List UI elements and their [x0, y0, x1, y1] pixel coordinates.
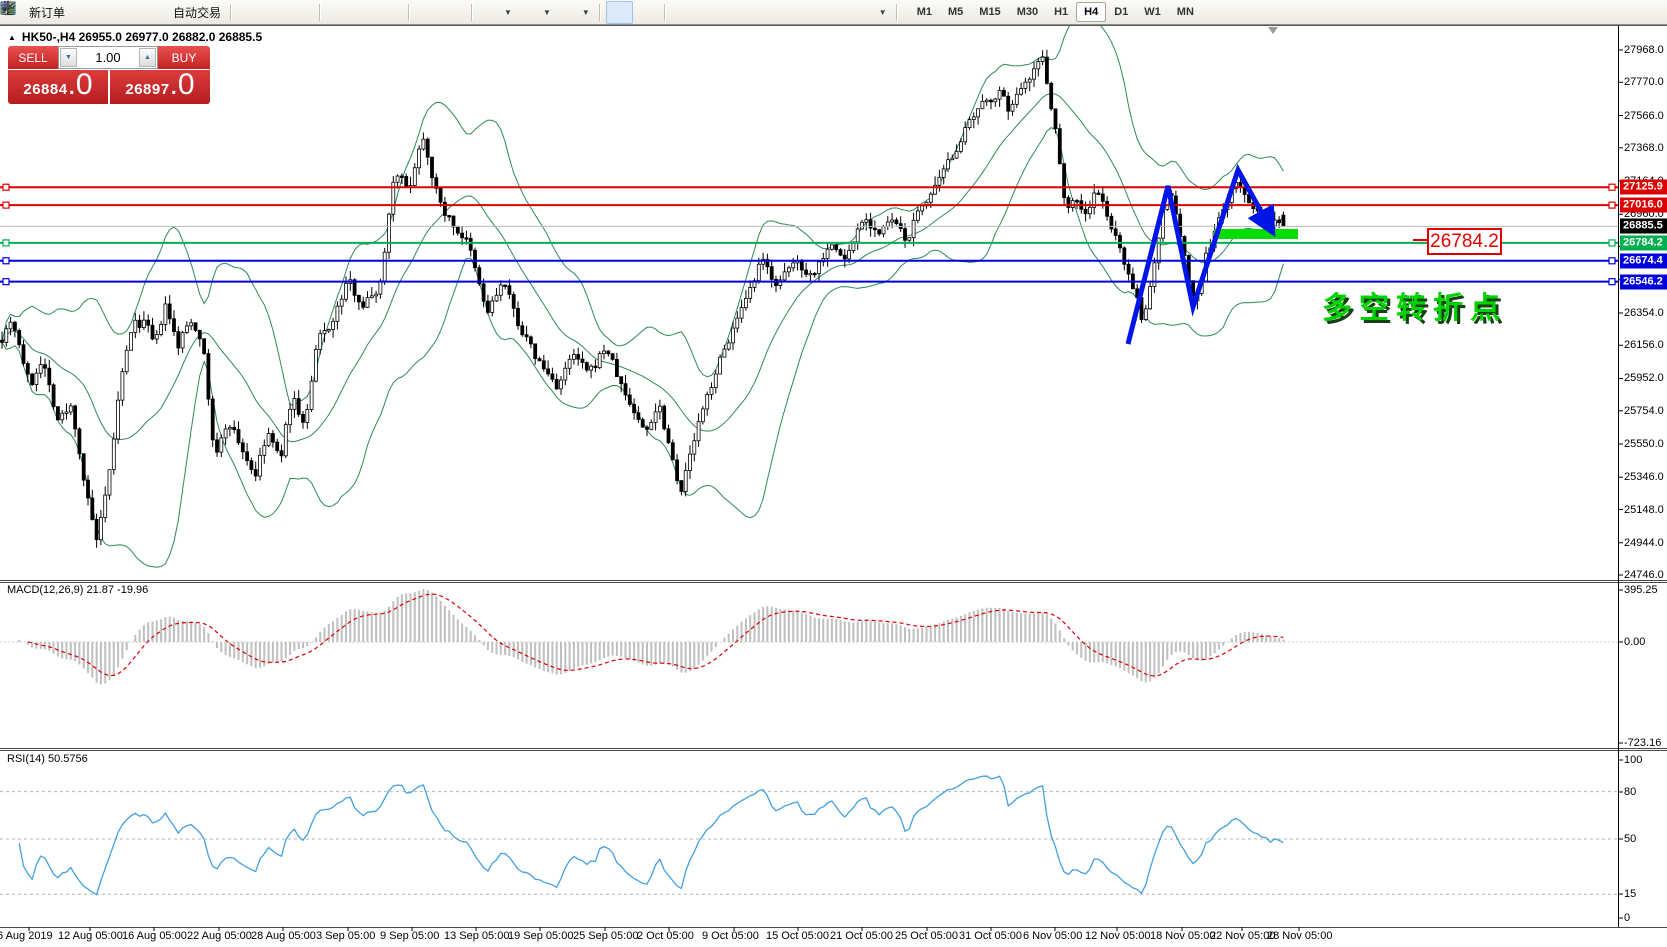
- time-axis-label: 6 Aug 2019: [0, 930, 53, 942]
- rsi-label: RSI(14) 50.5756: [7, 753, 88, 765]
- time-axis-label: 3 Sep 05:00: [316, 930, 376, 942]
- time-axis-label: 31 Oct 05:00: [959, 930, 1022, 942]
- chart-frame: [0, 25, 1667, 931]
- price-tick-label: 27566.0: [1624, 109, 1664, 122]
- sell-price-fraction: .0: [67, 68, 93, 101]
- volume-up-button[interactable]: ▲: [139, 48, 156, 67]
- price-tick-label: 26156.0: [1624, 339, 1664, 352]
- time-axis-label: 6 Nov 05:00: [1023, 930, 1083, 942]
- turning-point-annotation[interactable]: 多空转折点: [1322, 283, 1507, 327]
- rsi-scale-label: 15: [1624, 888, 1637, 900]
- rsi-indicator: [0, 775, 1618, 896]
- rsi-scale-label: 50: [1624, 833, 1637, 845]
- price-tick-label: 24944.0: [1624, 536, 1664, 549]
- candles: [0, 49, 1286, 548]
- price-line-tag: 27016.0: [1620, 197, 1667, 213]
- price-tick-label: 27770.0: [1624, 76, 1664, 89]
- price-line-tag: 26784.2: [1620, 235, 1667, 251]
- chart-shift-marker: [1268, 27, 1278, 34]
- volume-down-button[interactable]: ▼: [60, 48, 77, 67]
- zigzag-annotation[interactable]: [1125, 163, 1276, 345]
- time-axis-label: 9 Oct 05:00: [702, 930, 759, 942]
- time-axis-label: 19 Sep 05:00: [508, 930, 574, 942]
- price-box-annotation[interactable]: 26784.2: [1427, 228, 1502, 255]
- collapse-arrow-icon[interactable]: ▲: [8, 33, 16, 42]
- time-axis-label: 12 Aug 05:00: [58, 930, 123, 942]
- price-line-tag: 26546.2: [1620, 274, 1667, 290]
- time-axis-label: 18 Nov 05:00: [1150, 930, 1216, 942]
- time-axis-label: 25 Oct 05:00: [895, 930, 958, 942]
- time-axis-label: 9 Sep 05:00: [380, 930, 440, 942]
- macd-label: MACD(12,26,9) 21.87 -19.96: [7, 584, 149, 596]
- rsi-scale-label: 80: [1624, 786, 1637, 798]
- price-line-tag: 26885.5: [1620, 218, 1667, 234]
- time-axis-label: 25 Sep 05:00: [573, 930, 639, 942]
- volume-input[interactable]: 1.00: [78, 47, 138, 68]
- time-axis-label: 22 Aug 05:00: [187, 930, 252, 942]
- buy-price[interactable]: 26897 .0: [110, 70, 210, 104]
- time-axis-label: 13 Sep 05:00: [444, 930, 510, 942]
- time-axis-label: 16 Aug 05:00: [122, 930, 187, 942]
- time-axis-label: 21 Oct 05:00: [830, 930, 893, 942]
- price-tick-label: 26354.0: [1624, 306, 1664, 319]
- macd-scale-label: 0.00: [1624, 636, 1646, 648]
- price-line-tag: 26674.4: [1620, 253, 1667, 269]
- macd-scale-label: -723.16: [1624, 737, 1662, 749]
- price-tick-label: 25346.0: [1624, 471, 1664, 484]
- price-tick-label: 27968.0: [1624, 44, 1664, 56]
- sell-price-main: 26884: [23, 81, 68, 98]
- price-tick-label: 25754.0: [1624, 404, 1664, 417]
- time-axis-label: 22 Nov 05:00: [1210, 930, 1276, 942]
- price-tick-label: 25952.0: [1624, 372, 1664, 385]
- time-axis-label: 12 Nov 05:00: [1085, 930, 1151, 942]
- rsi-scale-label: 0: [1624, 912, 1631, 924]
- macd-indicator: [0, 589, 1618, 685]
- time-axis-label: 15 Oct 05:00: [766, 930, 829, 942]
- price-tick-label: 24746.0: [1624, 569, 1664, 581]
- buy-price-fraction: .0: [169, 68, 195, 101]
- price-tick-label: 25550.0: [1624, 438, 1664, 450]
- symbol-ohlc-title: HK50-,H4 26955.0 26977.0 26882.0 26885.5: [21, 30, 263, 44]
- sell-button[interactable]: SELL: [8, 46, 58, 69]
- sell-price[interactable]: 26884 .0: [8, 70, 108, 104]
- buy-button[interactable]: BUY: [158, 46, 210, 69]
- rsi-scale-label: 100: [1624, 754, 1643, 766]
- volume-spinner: ▼ 1.00 ▲: [58, 46, 158, 69]
- price-line-tag: 27125.9: [1620, 179, 1667, 195]
- time-axis-label: 28 Aug 05:00: [251, 930, 316, 942]
- highlight-segment[interactable]: [1214, 229, 1298, 239]
- price-tick-label: 25148.0: [1624, 503, 1664, 516]
- chart-canvas: [0, 25, 1667, 931]
- time-axis-label: 2 Oct 05:00: [637, 930, 694, 942]
- price-tick-label: 27368.0: [1624, 141, 1664, 154]
- time-axis-label: 28 Nov 05:00: [1267, 930, 1333, 942]
- buy-price-main: 26897: [125, 81, 170, 98]
- macd-scale-label: 395.25: [1624, 584, 1658, 596]
- chart-title: ▲ HK50-,H4 26955.0 26977.0 26882.0 26885…: [8, 30, 262, 44]
- one-click-trading-panel: SELL ▼ 1.00 ▲ BUY 26884 .0 26897 .0: [8, 46, 210, 104]
